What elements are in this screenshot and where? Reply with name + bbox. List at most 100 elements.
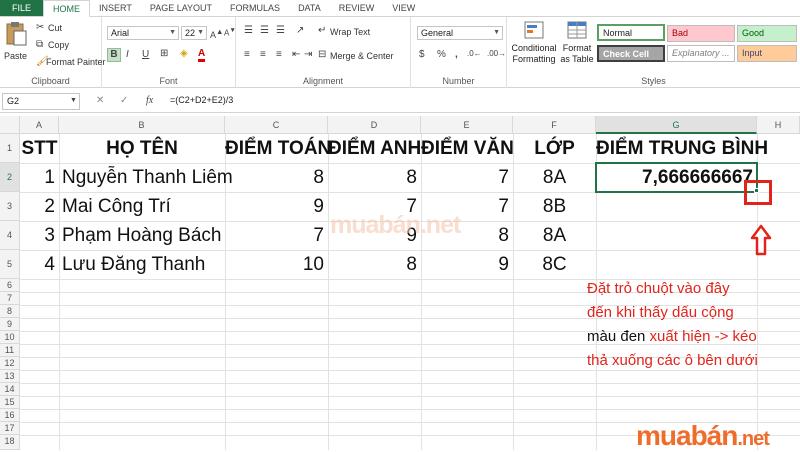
- cell-name[interactable]: Nguyễn Thanh Liêm: [59, 164, 233, 192]
- cell-literature[interactable]: 7: [421, 164, 513, 192]
- format-painter-button[interactable]: Format Painter: [46, 57, 106, 67]
- cut-button[interactable]: Cut: [48, 23, 62, 33]
- header-cell-stt[interactable]: STT: [20, 135, 59, 163]
- decrease-indent-icon[interactable]: ⇤: [292, 50, 300, 60]
- underline-button[interactable]: U: [142, 50, 149, 60]
- column-header-c[interactable]: C: [225, 116, 328, 134]
- row-header[interactable]: 11: [0, 344, 20, 357]
- decrease-decimal-icon[interactable]: .00→: [487, 50, 506, 58]
- column-header-h[interactable]: H: [757, 116, 800, 134]
- percent-icon[interactable]: %: [437, 50, 446, 60]
- column-header-e[interactable]: E: [421, 116, 513, 134]
- header-cell-english[interactable]: ĐIỂM ANH: [328, 135, 421, 163]
- italic-button[interactable]: I: [126, 50, 129, 60]
- align-left-icon[interactable]: ≡: [244, 50, 250, 60]
- bold-button[interactable]: B: [107, 48, 121, 62]
- tab-view[interactable]: VIEW: [383, 0, 424, 16]
- style-good[interactable]: Good: [737, 25, 797, 42]
- increase-decimal-icon[interactable]: .0←: [467, 50, 482, 58]
- cell-literature[interactable]: 9: [421, 251, 513, 279]
- cell-math[interactable]: 10: [225, 251, 328, 279]
- orientation-icon[interactable]: ↗: [296, 26, 304, 36]
- row-header[interactable]: 15: [0, 396, 20, 409]
- header-cell-average[interactable]: ĐIỂM TRUNG BÌNH: [596, 135, 768, 163]
- style-normal[interactable]: Normal: [597, 24, 665, 41]
- cell-stt[interactable]: 1: [20, 164, 59, 192]
- cell-stt[interactable]: 4: [20, 251, 59, 279]
- font-color-icon[interactable]: A: [198, 49, 206, 62]
- header-cell-class[interactable]: LỚP: [513, 135, 596, 163]
- format-as-table-button[interactable]: Format as Table: [559, 20, 595, 72]
- increase-indent-icon[interactable]: ⇥: [304, 50, 312, 60]
- column-header-a[interactable]: A: [20, 116, 59, 134]
- cell-name[interactable]: Mai Công Trí: [59, 193, 225, 221]
- row-header[interactable]: 10: [0, 331, 20, 344]
- select-all-corner[interactable]: [0, 116, 20, 134]
- borders-icon[interactable]: ⊞: [160, 49, 168, 59]
- row-header[interactable]: 7: [0, 292, 20, 305]
- align-middle-icon[interactable]: ☰: [260, 26, 269, 36]
- cancel-icon[interactable]: ✕: [96, 96, 104, 106]
- paste-button[interactable]: Paste: [4, 21, 30, 63]
- cell-class[interactable]: 8B: [513, 193, 596, 221]
- header-cell-literature[interactable]: ĐIỂM VĂN: [421, 135, 514, 163]
- number-format-select[interactable]: General ▼: [417, 26, 503, 40]
- copy-button[interactable]: Copy: [48, 40, 69, 50]
- row-header[interactable]: 9: [0, 318, 20, 331]
- formula-input[interactable]: =(C2+D2+E2)/3: [170, 95, 233, 105]
- shrink-font-icon[interactable]: A▼: [224, 27, 236, 38]
- row-header[interactable]: 16: [0, 409, 20, 422]
- row-header[interactable]: 17: [0, 422, 20, 435]
- cell-english[interactable]: 8: [328, 251, 421, 279]
- align-bottom-icon[interactable]: ☰: [276, 26, 285, 36]
- tab-formulas[interactable]: FORMULAS: [221, 0, 289, 16]
- cell-name[interactable]: Lưu Đăng Thanh: [59, 251, 225, 279]
- enter-icon[interactable]: ✓: [120, 96, 128, 106]
- header-cell-name[interactable]: HỌ TÊN: [59, 135, 225, 163]
- currency-icon[interactable]: $: [419, 50, 425, 60]
- style-explanatory[interactable]: Explanatory ...: [667, 45, 735, 62]
- tab-page-layout[interactable]: PAGE LAYOUT: [141, 0, 221, 16]
- cell-math[interactable]: 7: [225, 222, 328, 250]
- tab-data[interactable]: DATA: [289, 0, 330, 16]
- tab-review[interactable]: REVIEW: [330, 0, 384, 16]
- row-header[interactable]: 18: [0, 435, 20, 450]
- font-size-select[interactable]: 22 ▼: [181, 26, 207, 40]
- column-header-f[interactable]: F: [513, 116, 596, 134]
- row-header[interactable]: 6: [0, 279, 20, 292]
- header-cell-math[interactable]: ĐIỂM TOÁN: [225, 135, 331, 163]
- cell-name[interactable]: Phạm Hoàng Bách: [59, 222, 225, 250]
- style-bad[interactable]: Bad: [667, 25, 735, 42]
- column-header-b[interactable]: B: [59, 116, 225, 134]
- chevron-down-icon[interactable]: ▼: [70, 97, 77, 104]
- row-header[interactable]: 13: [0, 370, 20, 383]
- conditional-formatting-button[interactable]: Conditional Formatting: [511, 20, 557, 72]
- column-header-d[interactable]: D: [328, 116, 421, 134]
- align-center-icon[interactable]: ≡: [260, 50, 266, 60]
- cell-class[interactable]: 8A: [513, 222, 596, 250]
- merge-center-button[interactable]: Merge & Center: [330, 51, 394, 61]
- font-name-select[interactable]: Arial ▼: [107, 26, 179, 40]
- cell-english[interactable]: 8: [328, 164, 421, 192]
- style-input[interactable]: Input: [737, 45, 797, 62]
- row-header[interactable]: 12: [0, 357, 20, 370]
- name-box[interactable]: G2: [2, 93, 80, 110]
- tab-file[interactable]: FILE: [0, 0, 44, 16]
- align-top-icon[interactable]: ☰: [244, 26, 253, 36]
- cell-stt[interactable]: 2: [20, 193, 59, 221]
- cell-stt[interactable]: 3: [20, 222, 59, 250]
- row-header[interactable]: 1: [0, 134, 20, 163]
- cell-class[interactable]: 8A: [513, 164, 596, 192]
- cell-class[interactable]: 8C: [513, 251, 596, 279]
- column-header-g[interactable]: G: [596, 116, 757, 134]
- row-header[interactable]: 2: [0, 163, 20, 192]
- row-header[interactable]: 8: [0, 305, 20, 318]
- fill-color-icon[interactable]: ◈: [180, 49, 188, 59]
- row-header[interactable]: 3: [0, 192, 20, 221]
- wrap-text-button[interactable]: Wrap Text: [330, 27, 370, 37]
- row-header[interactable]: 4: [0, 221, 20, 250]
- align-right-icon[interactable]: ≡: [276, 50, 282, 60]
- cell-math[interactable]: 8: [225, 164, 328, 192]
- comma-style-icon[interactable]: ,: [455, 50, 458, 60]
- tab-home[interactable]: HOME: [43, 0, 91, 17]
